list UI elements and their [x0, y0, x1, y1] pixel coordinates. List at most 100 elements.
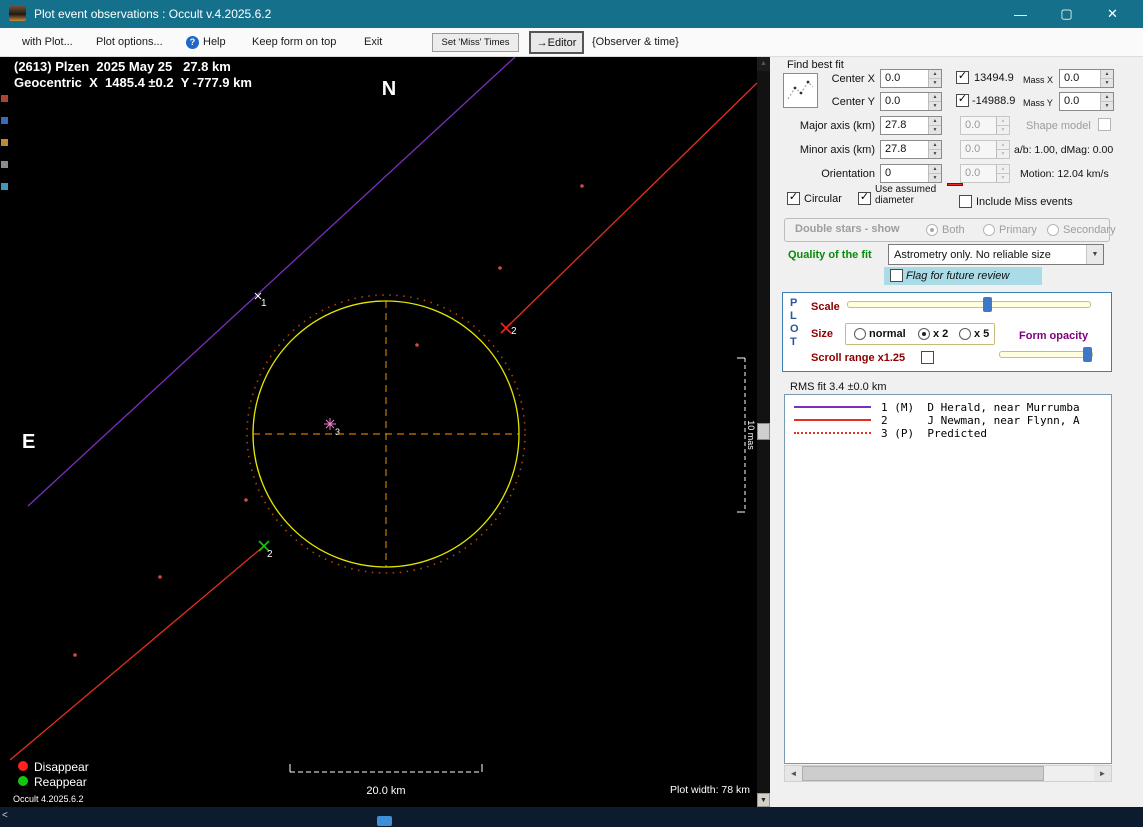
- menu-with-plot[interactable]: with Plot...: [22, 36, 73, 48]
- background-window-sliver: [0, 57, 10, 807]
- spin-buttons: ▲ ▼: [996, 165, 1009, 182]
- include-miss-events-checkbox[interactable]: [959, 195, 972, 208]
- vertical-scrollbar-thumb[interactable]: [757, 423, 770, 440]
- plot-header-line2: Geocentric X 1485.4 ±0.2 Y -777.9 km: [14, 75, 252, 90]
- spin-buttons[interactable]: ▲ ▼: [928, 141, 941, 158]
- menu-plot-options[interactable]: Plot options...: [96, 36, 163, 48]
- reappear-legend-dot: [18, 776, 28, 786]
- scroll-down-icon[interactable]: ▼: [757, 793, 770, 807]
- spin-up-icon[interactable]: ▲: [929, 165, 941, 174]
- flag-review-checkbox[interactable]: [890, 269, 903, 282]
- chord-2-line-sample: [794, 419, 871, 421]
- scroll-range-label: Scroll range x1.25: [811, 352, 906, 364]
- spin-buttons[interactable]: ▲ ▼: [1100, 93, 1113, 110]
- spin-buttons: ▲ ▼: [996, 117, 1009, 134]
- set-miss-times-button[interactable]: Set 'Miss' Times: [432, 33, 519, 52]
- double-stars-primary-radio[interactable]: [983, 224, 995, 236]
- spin-buttons[interactable]: ▲ ▼: [928, 117, 941, 134]
- spin-buttons[interactable]: ▲ ▼: [1100, 70, 1113, 87]
- spin-buttons[interactable]: ▲ ▼: [928, 165, 941, 182]
- slider-thumb[interactable]: [1083, 347, 1092, 362]
- chevron-down-icon[interactable]: ▼: [1086, 245, 1103, 264]
- scroll-up-icon[interactable]: ▲: [757, 57, 770, 71]
- spin-down-icon[interactable]: ▼: [929, 174, 941, 182]
- spin-down-icon[interactable]: ▼: [929, 79, 941, 87]
- scale-slider[interactable]: [847, 297, 1091, 312]
- scale-bar-label: 20.0 km: [366, 785, 405, 797]
- mass-x-checkbox[interactable]: [956, 71, 969, 84]
- spin-down-icon[interactable]: ▼: [1101, 102, 1113, 110]
- mass-y-coefficient: -14988.9: [972, 95, 1016, 107]
- center-x-label: Center X: [831, 73, 875, 85]
- spin-buttons: ▲ ▼: [996, 141, 1009, 158]
- scroll-left-icon[interactable]: ◄: [785, 766, 802, 781]
- observation-text: 3 (P) Predicted: [881, 427, 987, 440]
- horizontal-scrollbar-thumb[interactable]: [802, 766, 1044, 781]
- mass-x-coefficient: 13494.9: [974, 72, 1014, 84]
- list-item[interactable]: 3 (P) Predicted: [785, 427, 1111, 440]
- mass-y-spinner[interactable]: 0.0 ▲ ▼: [1059, 92, 1114, 111]
- minimize-button[interactable]: —: [998, 0, 1043, 28]
- slider-track[interactable]: [847, 301, 1091, 308]
- list-item[interactable]: 1 (M) D Herald, near Murrumba: [785, 401, 1111, 414]
- size-x5-radio[interactable]: [959, 328, 971, 340]
- editor-button[interactable]: →Editor: [529, 31, 584, 54]
- taskbar-button[interactable]: [377, 816, 392, 826]
- observations-listbox[interactable]: 1 (M) D Herald, near Murrumba 2 J Newman…: [784, 394, 1112, 764]
- plot-canvas[interactable]: 1 2 2 3 (2613) Plzen 2025 May 25 27.8 km…: [9, 56, 758, 807]
- circular-checkbox[interactable]: [787, 192, 800, 205]
- disappear-legend-label: Disappear: [34, 760, 89, 774]
- size-normal-radio[interactable]: [854, 328, 866, 340]
- size-label: Size: [811, 328, 834, 340]
- shape-model-checkbox[interactable]: [1098, 118, 1111, 131]
- scroll-right-icon[interactable]: ►: [1094, 766, 1111, 781]
- spin-down-icon[interactable]: ▼: [929, 102, 941, 110]
- help-icon[interactable]: ?: [186, 36, 199, 49]
- major-axis-spinner[interactable]: 27.8 ▲ ▼: [880, 116, 942, 135]
- spin-down-icon[interactable]: ▼: [929, 150, 941, 158]
- observation-text: 1 (M) D Herald, near Murrumba: [881, 401, 1080, 414]
- size-x2-radio[interactable]: [918, 328, 930, 340]
- form-opacity-slider[interactable]: [999, 347, 1093, 362]
- spin-buttons[interactable]: ▲ ▼: [928, 70, 941, 87]
- center-y-spinner[interactable]: 0.0 ▲ ▼: [880, 92, 942, 111]
- plot-vertical-scrollbar[interactable]: ▲ ▼: [757, 57, 770, 807]
- spin-buttons[interactable]: ▲ ▼: [928, 93, 941, 110]
- spin-down-icon[interactable]: ▼: [1101, 79, 1113, 87]
- mas-bracket-label: 10 mas: [746, 420, 756, 450]
- double-stars-secondary-radio[interactable]: [1047, 224, 1059, 236]
- scroll-range-checkbox[interactable]: [921, 351, 934, 364]
- slider-thumb[interactable]: [983, 297, 992, 312]
- disappear-legend-dot: [18, 761, 28, 771]
- find-best-fit-button[interactable]: [783, 73, 818, 108]
- spin-up-icon[interactable]: ▲: [1101, 93, 1113, 102]
- orientation-spinner[interactable]: 0 ▲ ▼: [880, 164, 942, 183]
- close-button[interactable]: ✕: [1090, 0, 1135, 28]
- list-item[interactable]: 2 J Newman, near Flynn, A: [785, 414, 1111, 427]
- spin-down-icon: ▼: [997, 150, 1009, 158]
- spin-up-icon[interactable]: ▲: [1101, 70, 1113, 79]
- use-assumed-diameter-checkbox[interactable]: [858, 192, 871, 205]
- mass-x-spinner[interactable]: 0.0 ▲ ▼: [1059, 69, 1114, 88]
- spin-up-icon[interactable]: ▲: [929, 93, 941, 102]
- menu-help[interactable]: Help: [203, 36, 226, 48]
- slider-track[interactable]: [999, 351, 1093, 358]
- spin-up-icon[interactable]: ▲: [929, 141, 941, 150]
- spin-up-icon[interactable]: ▲: [929, 117, 941, 126]
- mass-y-checkbox[interactable]: [956, 94, 969, 107]
- menu-exit[interactable]: Exit: [364, 36, 382, 48]
- spin-down-icon[interactable]: ▼: [929, 126, 941, 134]
- double-stars-primary-label: Primary: [999, 224, 1037, 236]
- menu-keep-form-on-top[interactable]: Keep form on top: [252, 36, 336, 48]
- spin-up-icon[interactable]: ▲: [929, 70, 941, 79]
- plot-panel-letters: P L O T: [790, 297, 799, 349]
- version-label: Occult 4.2025.6.2: [13, 794, 84, 804]
- observer-time-label[interactable]: {Observer & time}: [592, 36, 679, 48]
- minor-axis-spinner[interactable]: 27.8 ▲ ▼: [880, 140, 942, 159]
- double-stars-both-radio[interactable]: [926, 224, 938, 236]
- center-x-spinner[interactable]: 0.0 ▲ ▼: [880, 69, 942, 88]
- maximize-button[interactable]: ▢: [1044, 0, 1089, 28]
- list-horizontal-scrollbar[interactable]: ◄ ►: [784, 765, 1112, 782]
- quality-of-fit-combobox[interactable]: Astrometry only. No reliable size ▼: [888, 244, 1104, 265]
- plot-width-label: Plot width: 78 km: [670, 784, 750, 796]
